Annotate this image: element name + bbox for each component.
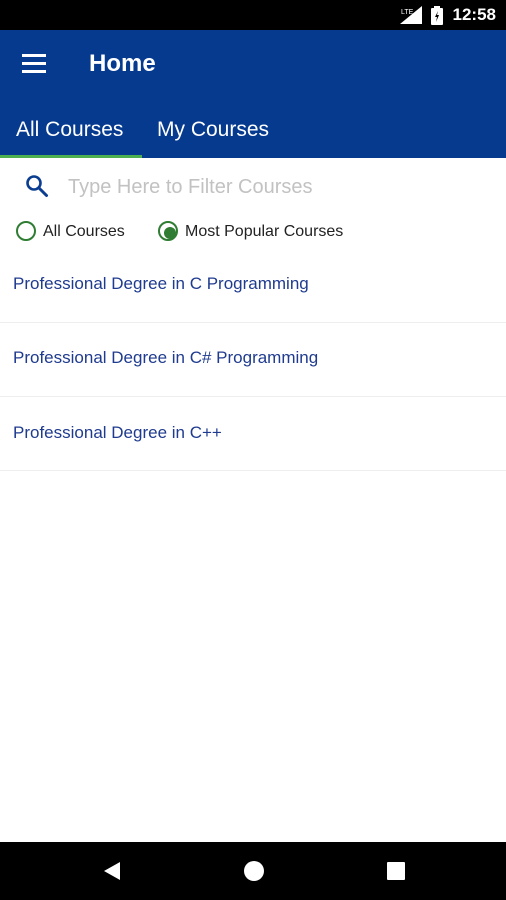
navigation-bar	[0, 842, 506, 900]
radio-label: All Courses	[43, 223, 125, 240]
course-list-item[interactable]: Professional Degree in C Programming	[0, 248, 506, 323]
status-bar: LTE 12:58	[0, 0, 506, 30]
radio-most-popular-courses[interactable]: Most Popular Courses	[158, 220, 358, 246]
radio-unselected	[16, 221, 36, 241]
course-filter-group: All Courses Most Popular Courses	[0, 218, 506, 248]
course-title: Professional Degree in C Programming	[13, 274, 309, 293]
recents-icon	[387, 862, 405, 880]
search-bar	[0, 162, 506, 214]
course-title: Professional Degree in C++	[13, 423, 222, 442]
tab-all-courses[interactable]: All Courses	[0, 114, 142, 158]
search-icon	[25, 174, 49, 203]
app-bar: Home All Courses My Courses	[0, 30, 506, 158]
back-button[interactable]	[92, 856, 132, 886]
back-icon	[104, 862, 120, 880]
search-input[interactable]	[68, 172, 488, 202]
tab-label: All Courses	[16, 118, 124, 141]
radio-selected	[158, 221, 178, 241]
course-list-item[interactable]: Professional Degree in C# Programming	[0, 322, 506, 397]
page-title: Home	[89, 50, 156, 77]
network-type: LTE	[401, 9, 414, 16]
tab-indicator	[0, 155, 142, 158]
radio-label: Most Popular Courses	[185, 223, 344, 240]
tab-my-courses[interactable]: My Courses	[157, 114, 297, 158]
course-list-item[interactable]: Professional Degree in C++	[0, 396, 506, 471]
tab-label: My Courses	[157, 118, 270, 141]
menu-icon	[22, 54, 46, 57]
home-button[interactable]	[234, 856, 274, 886]
clock: 12:58	[452, 5, 496, 24]
home-icon	[244, 861, 264, 881]
menu-button[interactable]	[14, 46, 56, 84]
battery-icon	[431, 6, 443, 30]
course-title: Professional Degree in C# Programming	[13, 348, 319, 367]
recents-button[interactable]	[376, 856, 416, 886]
signal-icon: LTE	[400, 6, 422, 29]
radio-all-courses[interactable]: All Courses	[16, 220, 136, 246]
